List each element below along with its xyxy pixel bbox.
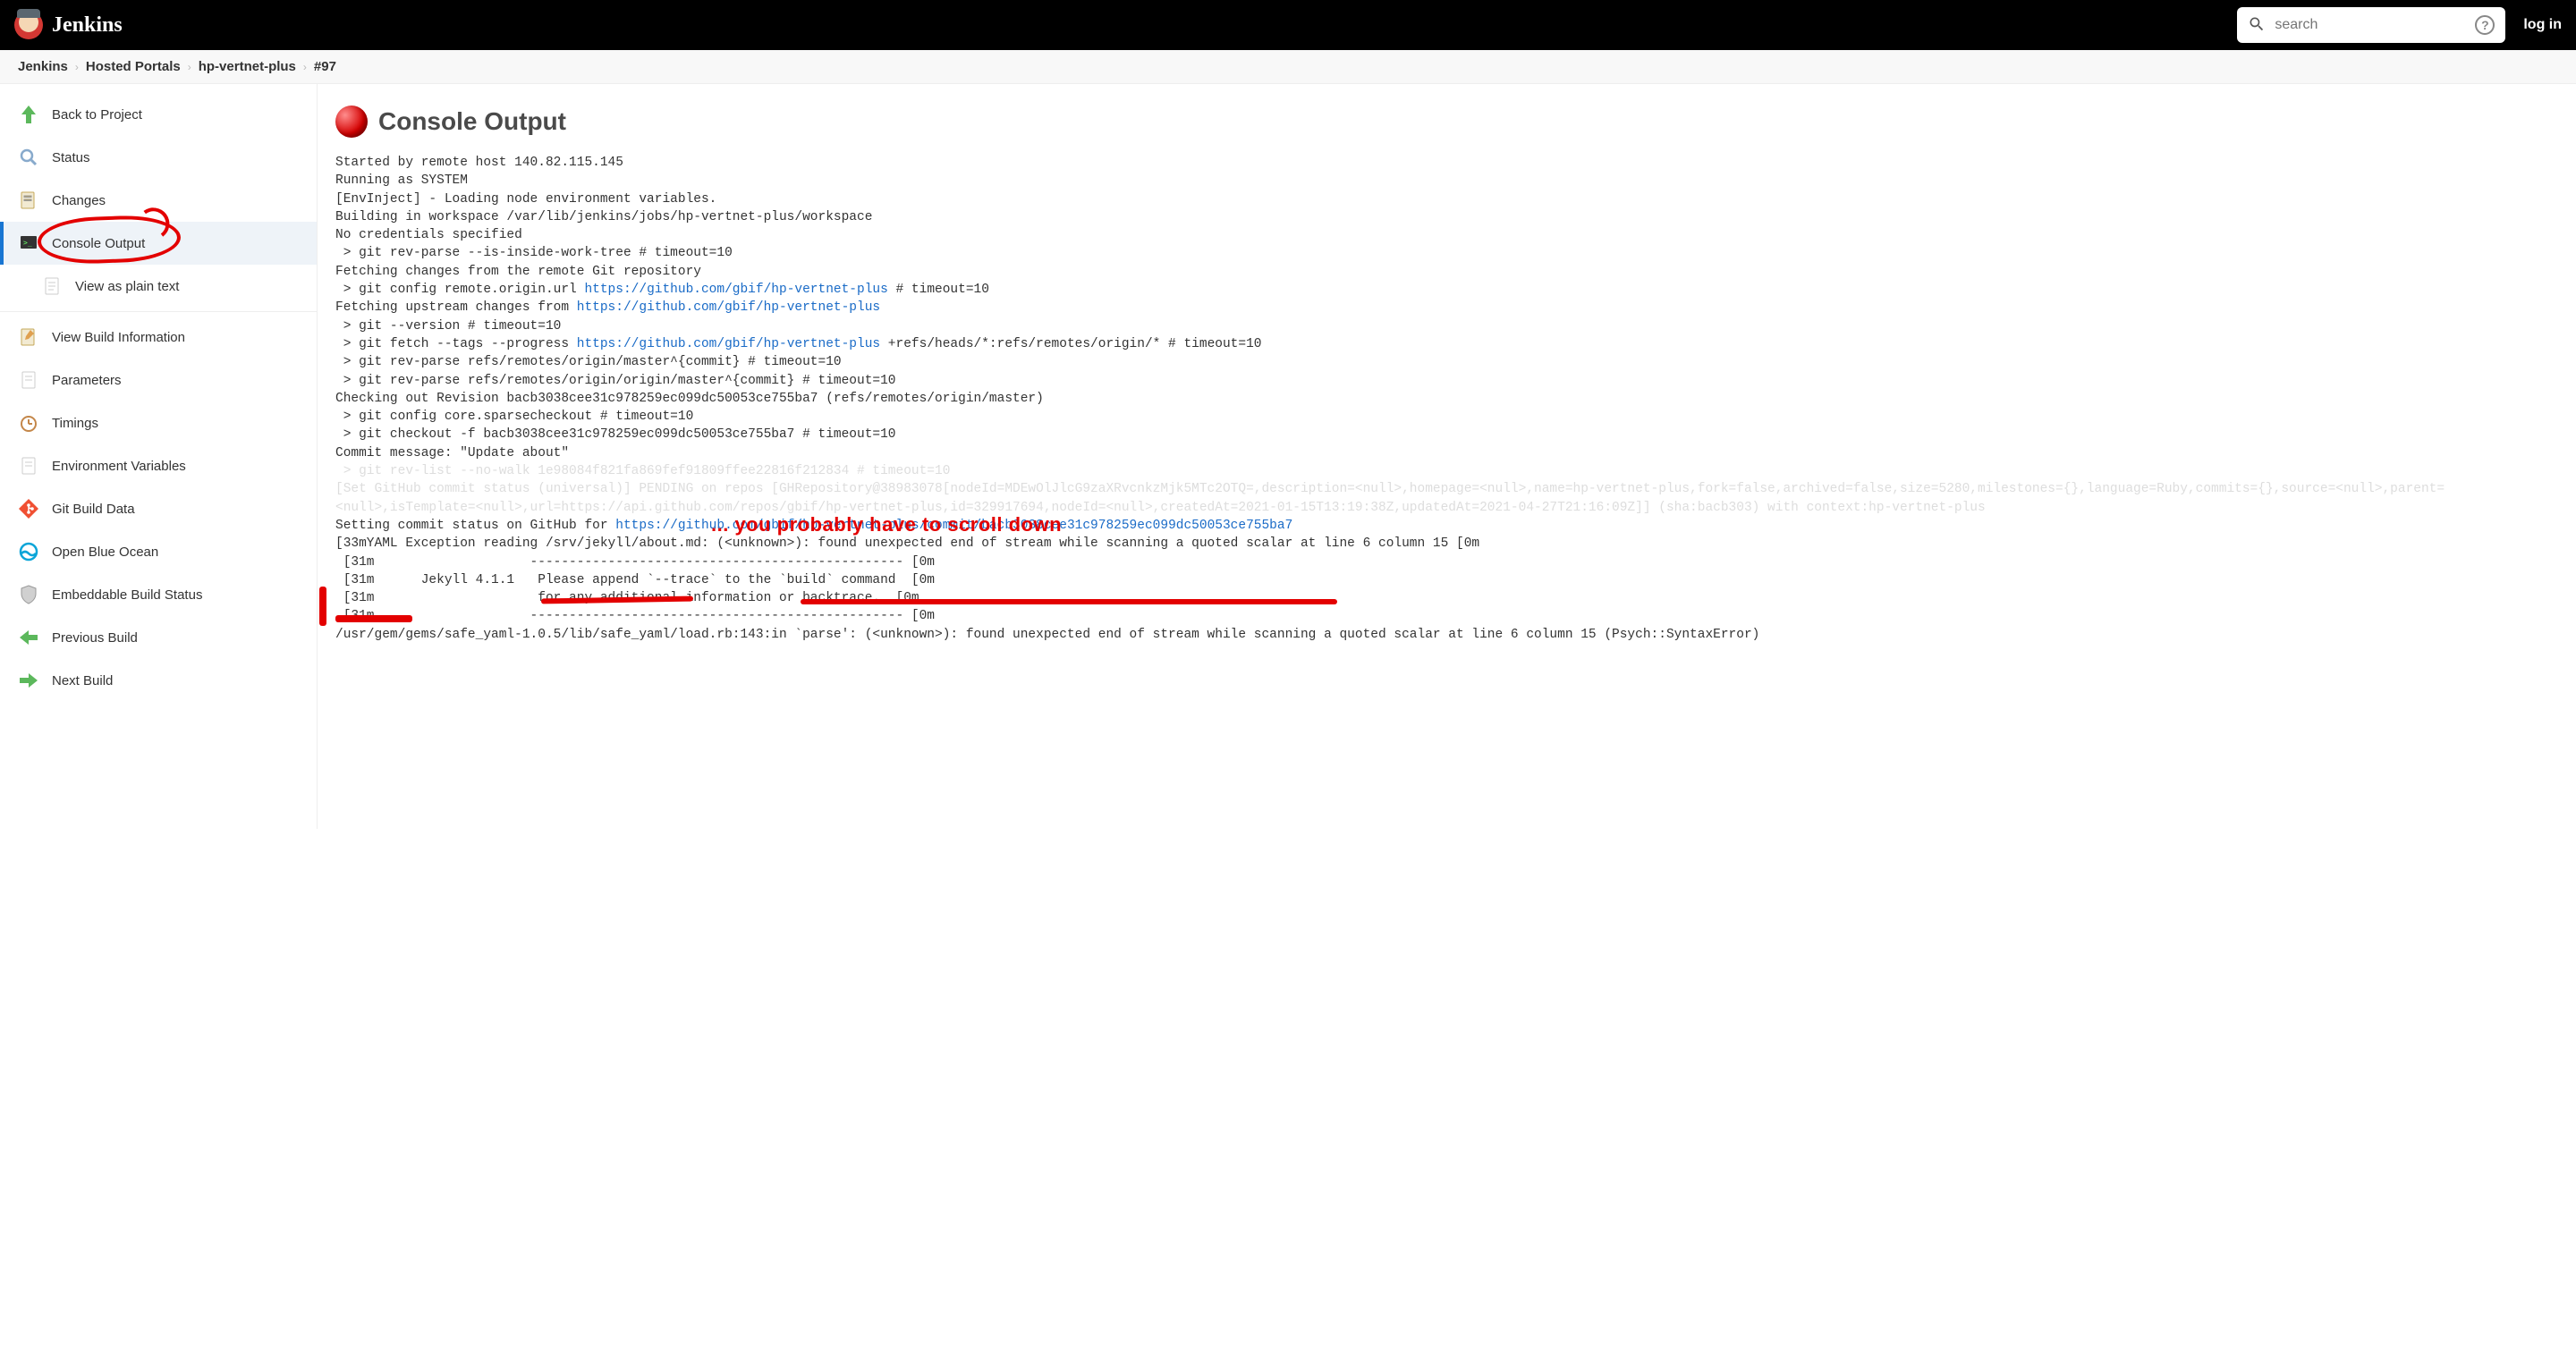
search-box[interactable]: ? — [2237, 7, 2505, 43]
sidebar: Back to Project Status Changes >_ Consol… — [0, 84, 318, 829]
chevron-right-icon: › — [188, 61, 191, 73]
shield-icon — [18, 584, 39, 605]
sidebar-item-next-build[interactable]: Next Build — [0, 659, 317, 702]
sidebar-item-build-info[interactable]: View Build Information — [0, 316, 317, 359]
breadcrumb-jenkins[interactable]: Jenkins — [18, 59, 68, 74]
sidebar-item-env-vars[interactable]: Environment Variables — [0, 444, 317, 487]
arrow-up-icon — [18, 104, 39, 125]
annotation-scroll-hint: ... you probably have to scroll down — [711, 511, 1062, 539]
terminal-icon: >_ — [18, 232, 39, 254]
sidebar-item-view-plain-text[interactable]: View as plain text — [0, 265, 317, 308]
edit-doc-icon — [18, 326, 39, 348]
build-status-failed-icon — [335, 106, 368, 138]
sidebar-item-embed-status[interactable]: Embeddable Build Status — [0, 573, 317, 616]
sidebar-label: Back to Project — [52, 107, 142, 122]
login-link[interactable]: log in — [2523, 17, 2562, 33]
document-icon — [41, 275, 63, 297]
clock-icon — [18, 412, 39, 434]
sidebar-label: Environment Variables — [52, 459, 186, 474]
sidebar-label: Embeddable Build Status — [52, 587, 202, 603]
svg-text:>_: >_ — [23, 239, 32, 247]
sidebar-item-git-build-data[interactable]: Git Build Data — [0, 487, 317, 530]
git-icon — [18, 498, 39, 519]
sidebar-item-changes[interactable]: Changes — [0, 179, 317, 222]
jenkins-logo[interactable]: Jenkins — [14, 11, 123, 39]
sidebar-label: Timings — [52, 416, 98, 431]
sidebar-item-timings[interactable]: Timings — [0, 401, 317, 444]
sidebar-label: Changes — [52, 193, 106, 208]
jenkins-logo-icon — [14, 11, 43, 39]
sidebar-label: Parameters — [52, 373, 122, 388]
page-title: Console Output — [378, 107, 566, 136]
sidebar-label: Next Build — [52, 673, 113, 688]
console-output: Started by remote host 140.82.115.145 Ru… — [335, 154, 2558, 807]
document-icon — [18, 369, 39, 391]
sidebar-item-previous-build[interactable]: Previous Build — [0, 616, 317, 659]
sidebar-item-console-output[interactable]: >_ Console Output — [0, 222, 317, 265]
search-input[interactable] — [2275, 17, 2468, 33]
breadcrumb-build[interactable]: #97 — [314, 59, 336, 74]
top-bar: Jenkins ? log in — [0, 0, 2576, 50]
blue-ocean-icon — [18, 541, 39, 562]
breadcrumb: Jenkins › Hosted Portals › hp-vertnet-pl… — [0, 50, 2576, 84]
sidebar-label: Open Blue Ocean — [52, 545, 158, 560]
changes-icon — [18, 190, 39, 211]
main-content: Console Output Started by remote host 14… — [318, 84, 2576, 829]
annotation-underline — [979, 599, 1337, 604]
sidebar-label: View as plain text — [75, 279, 179, 294]
sidebar-label: View Build Information — [52, 330, 185, 345]
git-repo-link[interactable]: https://github.com/gbif/hp-vertnet-plus — [584, 283, 887, 297]
annotation-underline — [335, 615, 412, 622]
sidebar-item-blue-ocean[interactable]: Open Blue Ocean — [0, 530, 317, 573]
sidebar-label: Previous Build — [52, 630, 138, 646]
magnify-icon — [18, 147, 39, 168]
arrow-right-icon — [18, 670, 39, 691]
git-repo-link[interactable]: https://github.com/gbif/hp-vertnet-plus — [577, 300, 880, 315]
git-repo-link[interactable]: https://github.com/gbif/hp-vertnet-plus — [577, 337, 880, 351]
search-icon — [2248, 15, 2266, 36]
sidebar-item-status[interactable]: Status — [0, 136, 317, 179]
help-icon[interactable]: ? — [2475, 15, 2495, 35]
jenkins-logo-text: Jenkins — [52, 13, 123, 38]
annotation-red-bar — [319, 587, 326, 626]
breadcrumb-hosted-portals[interactable]: Hosted Portals — [86, 59, 181, 74]
sidebar-item-back[interactable]: Back to Project — [0, 93, 317, 136]
sidebar-item-parameters[interactable]: Parameters — [0, 359, 317, 401]
sidebar-label: Status — [52, 150, 90, 165]
arrow-left-icon — [18, 627, 39, 648]
sidebar-label: Git Build Data — [52, 502, 135, 517]
document-icon — [18, 455, 39, 477]
sidebar-label: Console Output — [52, 236, 145, 251]
chevron-right-icon: › — [303, 61, 307, 73]
breadcrumb-job[interactable]: hp-vertnet-plus — [199, 59, 296, 74]
chevron-right-icon: › — [75, 61, 79, 73]
